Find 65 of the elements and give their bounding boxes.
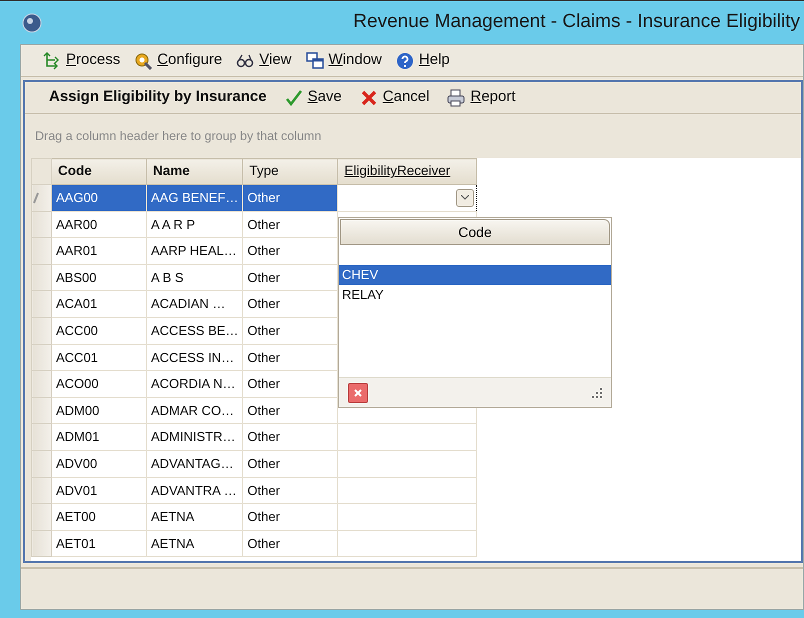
table-cell: AETNA xyxy=(146,530,243,557)
table-cell: ACO00 xyxy=(52,370,146,398)
table-cell: Other xyxy=(242,530,338,557)
table-cell: ACC01 xyxy=(52,344,146,371)
table-cell: AAR01 xyxy=(52,238,146,264)
table-cell: ACCESS IN… xyxy=(146,344,243,371)
column-header[interactable]: Code xyxy=(52,158,146,184)
table-cell: ADVANTAG… xyxy=(146,450,243,478)
table-cell: ADMAR CO… xyxy=(146,397,243,424)
table-cell: AARP HEAL… xyxy=(146,238,243,264)
table-cell: A A R P xyxy=(146,211,243,238)
table-cell: ACADIAN … xyxy=(146,290,243,318)
dropdown-option[interactable]: RELAY xyxy=(339,285,611,305)
table-cell: ABS00 xyxy=(52,264,146,291)
dropdown-toggle-icon[interactable] xyxy=(456,188,474,207)
table-cell: Other xyxy=(242,450,338,478)
menu-item[interactable]: Help xyxy=(396,49,450,72)
table-cell: AAG BENEF… xyxy=(146,184,243,212)
close-icon xyxy=(353,388,363,398)
printer-icon xyxy=(447,88,466,106)
table-cell: AET00 xyxy=(52,504,146,530)
column-header[interactable]: Name xyxy=(146,158,243,184)
clear-button[interactable] xyxy=(348,382,368,402)
table-cell: ACC00 xyxy=(52,317,146,344)
table-cell: Other xyxy=(242,477,338,504)
window-title: Revenue Management - Claims - Insurance Eligibility xyxy=(353,10,800,34)
table-cell: Other xyxy=(242,397,338,424)
process-icon xyxy=(43,52,61,70)
menu-item[interactable]: Window xyxy=(306,49,382,72)
windows-icon xyxy=(306,52,324,70)
table-cell: AAR00 xyxy=(52,211,146,238)
menu-item[interactable]: Process xyxy=(43,49,120,72)
dropdown-option[interactable]: CHEV xyxy=(339,265,611,285)
resize-grip-icon[interactable] xyxy=(592,388,602,398)
table-cell: ADM01 xyxy=(52,424,146,450)
table-cell: A B S xyxy=(146,264,243,291)
table-cell: ADV00 xyxy=(52,450,146,478)
table-cell: ACORDIA N… xyxy=(146,370,243,398)
table-cell: ACA01 xyxy=(52,290,146,318)
table-cell: ADVANTRA … xyxy=(146,477,243,504)
table-cell: ADMINISTR… xyxy=(146,424,243,450)
group-by-hint: Drag a column header here to group by that column xyxy=(35,128,322,145)
table-cell: Other xyxy=(242,424,338,450)
table-cell: ADV01 xyxy=(52,477,146,504)
toolbar-button[interactable]: Report xyxy=(447,86,516,109)
cross-icon xyxy=(360,88,378,106)
table-cell: ADM00 xyxy=(52,397,146,424)
column-header[interactable]: Code xyxy=(340,219,610,245)
menu-item[interactable]: View xyxy=(236,49,292,72)
table-cell: AAG00 xyxy=(52,184,146,212)
table-cell: Other xyxy=(242,504,338,530)
help-icon xyxy=(396,52,414,70)
table-cell: Other xyxy=(242,211,338,238)
table-cell: ACCESS BE… xyxy=(146,317,243,344)
table-cell: Other xyxy=(242,184,338,212)
toolbar-button[interactable]: Cancel xyxy=(360,86,430,109)
menu-item[interactable]: Configure xyxy=(134,49,222,72)
toolbar-title: Assign Eligibility by Insurance xyxy=(49,87,267,108)
table-cell: AETNA xyxy=(146,504,243,530)
checkmark-icon xyxy=(284,88,303,106)
toolbar-button[interactable]: Save xyxy=(284,86,342,109)
app-logo-icon xyxy=(22,12,42,32)
column-header[interactable]: EligibilityReceiver xyxy=(338,158,477,184)
table-cell: AET01 xyxy=(52,530,146,557)
column-header[interactable]: Type xyxy=(242,158,338,184)
